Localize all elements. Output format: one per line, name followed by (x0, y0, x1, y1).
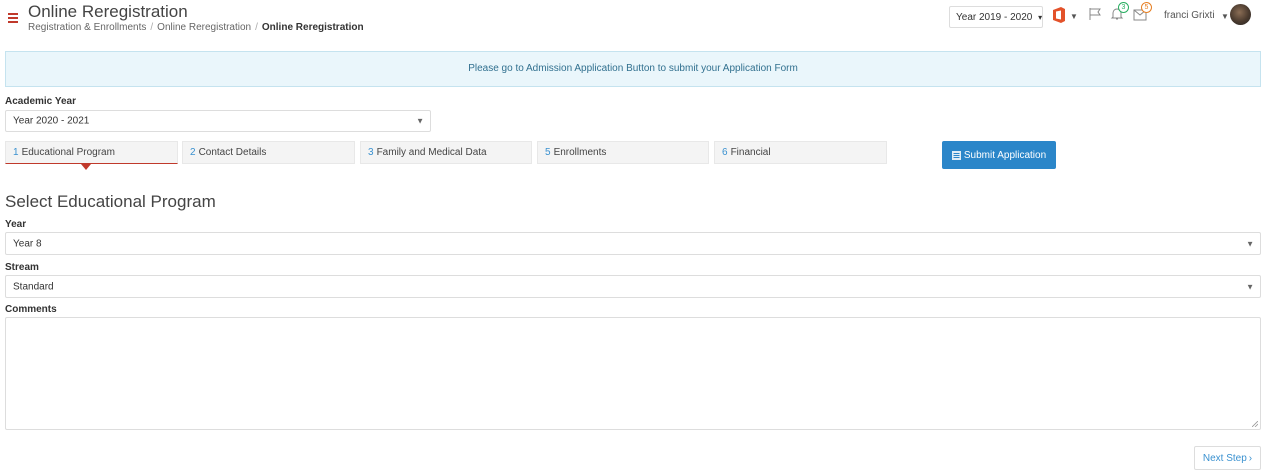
step-contact-details[interactable]: 2 Contact Details (182, 141, 355, 164)
step-educational-program[interactable]: 1 Educational Program (5, 141, 178, 164)
comments-textarea[interactable] (5, 317, 1261, 430)
breadcrumb-item-online-reregistration[interactable]: Online Reregistration (157, 22, 251, 33)
top-header: Online Reregistration Registration & Enr… (0, 0, 1265, 40)
form-icon (951, 150, 961, 160)
info-alert: Please go to Admission Application Butto… (5, 51, 1261, 87)
notifications-badge: 3 (1118, 2, 1129, 13)
academic-year-select[interactable]: Year 2020 - 2021 ▼ (5, 110, 431, 132)
stream-select[interactable]: Standard ▼ (5, 275, 1261, 298)
academic-year-label: Academic Year (5, 96, 76, 107)
messages-badge: 5 (1141, 2, 1152, 13)
stream-label: Stream (5, 262, 39, 273)
comments-label: Comments (5, 304, 57, 315)
chevron-down-icon: ▼ (1246, 239, 1254, 248)
page-title: Online Reregistration (28, 2, 188, 21)
hamburger-menu-icon[interactable] (8, 13, 18, 23)
year-label: Year (5, 219, 27, 230)
chevron-down-icon: ▼ (416, 116, 424, 126)
chevron-right-icon: › (1248, 452, 1253, 464)
step-family-medical-data[interactable]: 3 Family and Medical Data (360, 141, 532, 164)
submit-application-button[interactable]: Submit Application (942, 141, 1056, 169)
step-financial[interactable]: 6 Financial (714, 141, 887, 164)
breadcrumb-item-current: Online Reregistration (261, 22, 364, 33)
office-icon[interactable] (1052, 6, 1066, 24)
user-dropdown-caret-icon[interactable]: ▼ (1221, 12, 1229, 21)
user-name[interactable]: franci Grixti (1164, 10, 1215, 21)
year-selector[interactable]: Year 2019 - 2020 ▾ (949, 6, 1043, 28)
section-title: Select Educational Program (5, 192, 216, 211)
step-enrollments[interactable]: 5 Enrollments (537, 141, 709, 164)
office-dropdown-caret-icon[interactable]: ▼ (1070, 12, 1078, 21)
resize-grip-icon[interactable] (1252, 421, 1258, 427)
active-step-indicator-icon (81, 164, 91, 170)
flag-icon[interactable] (1088, 7, 1102, 21)
chevron-down-icon: ▼ (1246, 282, 1254, 291)
breadcrumb: Registration & Enrollments / Online Reregi… (28, 22, 364, 33)
year-select[interactable]: Year 8 ▼ (5, 232, 1261, 255)
avatar[interactable] (1230, 4, 1251, 25)
breadcrumb-item-registration[interactable]: Registration & Enrollments (28, 22, 146, 33)
next-step-button[interactable]: Next Step › (1194, 446, 1261, 470)
